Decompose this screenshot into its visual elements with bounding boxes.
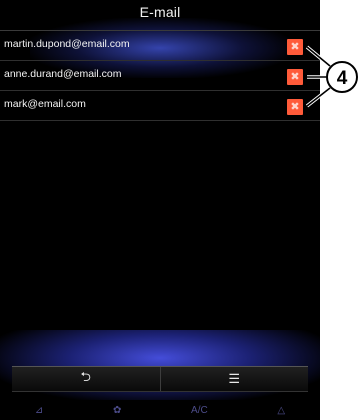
callout-line-3 [306,87,331,107]
callout-annotation: 4 [305,45,358,108]
callout-number: 4 [337,68,348,89]
callout-line-1 [306,46,331,67]
